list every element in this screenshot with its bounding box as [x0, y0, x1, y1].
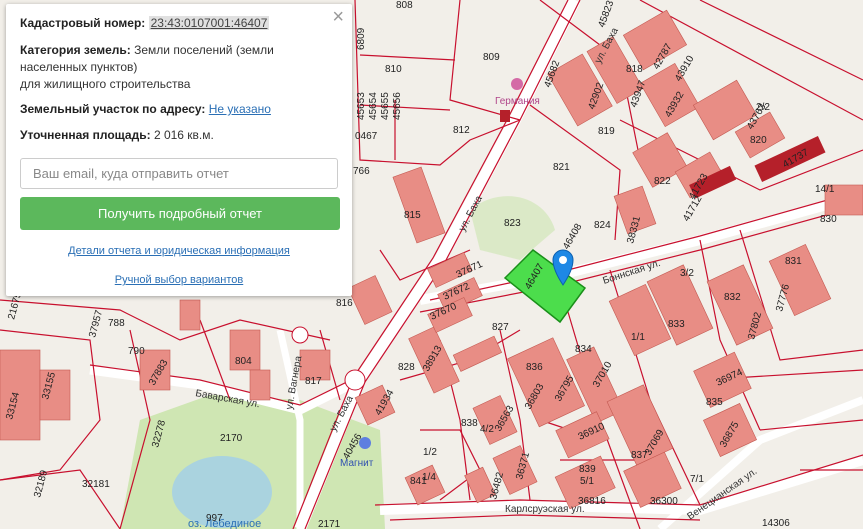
svg-text:819: 819	[598, 126, 615, 137]
svg-text:45654: 45654	[368, 92, 379, 120]
svg-text:831: 831	[785, 256, 802, 267]
svg-text:809: 809	[483, 52, 500, 63]
svg-text:833: 833	[668, 319, 685, 330]
svg-text:828: 828	[398, 362, 415, 373]
roundabout	[291, 326, 309, 344]
svg-text:45655: 45655	[380, 92, 391, 120]
svg-text:839: 839	[579, 464, 596, 475]
svg-text:790: 790	[128, 346, 145, 357]
svg-text:5/1: 5/1	[580, 476, 594, 487]
get-report-button[interactable]: Получить подробный отчет	[20, 197, 340, 230]
svg-text:2171: 2171	[318, 519, 341, 529]
svg-text:788: 788	[108, 318, 125, 329]
svg-text:816: 816	[336, 298, 353, 309]
address-link[interactable]: Не указано	[209, 102, 271, 116]
svg-text:823: 823	[504, 218, 521, 229]
area-value: 2 016 кв.м.	[153, 128, 214, 142]
svg-text:2170: 2170	[220, 433, 243, 444]
pharmacy-icon	[511, 78, 523, 90]
svg-text:808: 808	[396, 0, 413, 11]
svg-text:815: 815	[404, 210, 421, 221]
category-label: Категория земель:	[20, 43, 131, 57]
street-label: Карлсруэская ул.	[505, 504, 585, 515]
svg-text:827: 827	[492, 322, 509, 333]
svg-text:838: 838	[461, 418, 478, 429]
address-row: Земельный участок по адресу: Не указано	[20, 101, 271, 118]
svg-text:2/2: 2/2	[756, 102, 770, 113]
svg-text:6809: 6809	[356, 27, 367, 50]
svg-text:45656: 45656	[392, 92, 403, 120]
address-label: Земельный участок по адресу:	[20, 102, 206, 116]
svg-text:804: 804	[235, 356, 252, 367]
svg-text:836: 836	[526, 362, 543, 373]
email-input[interactable]	[20, 158, 338, 189]
cadastral-label: Кадастровый номер:	[20, 16, 146, 30]
category-row: Категория земель: Земли поселений (земли…	[20, 42, 274, 93]
svg-text:14306: 14306	[762, 518, 790, 529]
svg-text:820: 820	[750, 135, 767, 146]
svg-text:36816: 36816	[578, 496, 606, 507]
manual-selection-link[interactable]: Ручной выбор вариантов	[6, 274, 352, 286]
lake-label: оз. Лебединое	[188, 518, 261, 529]
svg-text:14/1: 14/1	[815, 184, 835, 195]
svg-text:822: 822	[654, 176, 671, 187]
svg-text:36300: 36300	[650, 496, 678, 507]
category-value-3: для жилищного строительства	[20, 77, 191, 91]
svg-text:835: 835	[706, 397, 723, 408]
svg-text:3/2: 3/2	[680, 268, 694, 279]
info-panel: × Кадастровый номер: 23:43:0107001:46407…	[6, 4, 352, 296]
svg-text:812: 812	[453, 125, 470, 136]
svg-text:766: 766	[353, 166, 370, 177]
svg-text:824: 824	[594, 220, 611, 231]
svg-text:4/2: 4/2	[480, 424, 494, 435]
svg-text:817: 817	[305, 376, 322, 387]
svg-text:830: 830	[820, 214, 837, 225]
roundabout-2	[344, 369, 366, 391]
svg-text:32181: 32181	[82, 479, 110, 490]
svg-text:7/1: 7/1	[690, 474, 704, 485]
close-icon[interactable]: ×	[332, 7, 344, 27]
category-value-2: населенных пунктов)	[20, 60, 138, 74]
area-row: Уточненная площадь: 2 016 кв.м.	[20, 127, 214, 144]
svg-text:818: 818	[626, 64, 643, 75]
svg-text:0467: 0467	[355, 131, 378, 142]
poi-label: Магнит	[340, 458, 374, 469]
cadastral-row: Кадастровый номер: 23:43:0107001:46407	[20, 15, 270, 32]
svg-text:997: 997	[206, 513, 223, 524]
poi-label: Германия	[495, 96, 540, 107]
svg-text:834: 834	[575, 344, 592, 355]
svg-text:821: 821	[553, 162, 570, 173]
svg-text:1/4: 1/4	[422, 472, 436, 483]
svg-text:810: 810	[385, 64, 402, 75]
svg-text:1/2: 1/2	[423, 447, 437, 458]
report-details-link[interactable]: Детали отчета и юридическая информация	[6, 245, 352, 257]
svg-text:832: 832	[724, 292, 741, 303]
area-label: Уточненная площадь:	[20, 128, 151, 142]
cadastral-number[interactable]: 23:43:0107001:46407	[148, 16, 270, 30]
svg-text:45653: 45653	[356, 92, 367, 120]
category-value: Земли поселений (земли	[134, 43, 274, 57]
svg-text:1/1: 1/1	[631, 332, 645, 343]
